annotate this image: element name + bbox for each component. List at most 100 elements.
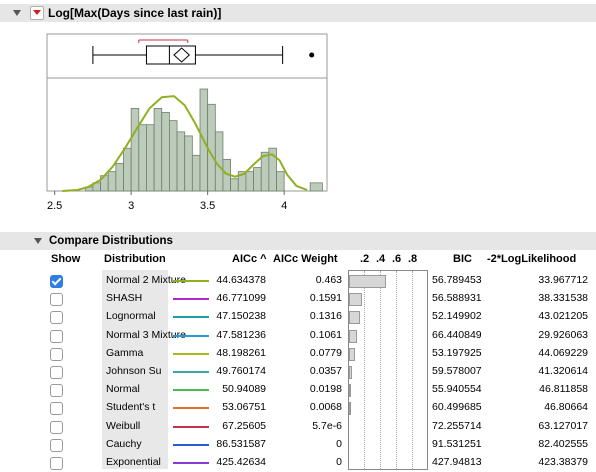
histogram-bar: [191, 154, 201, 192]
show-checkbox[interactable]: [50, 402, 63, 416]
histogram-bar: [130, 107, 140, 192]
header-aicc-label: AICc: [232, 253, 258, 265]
header-aicc[interactable]: AICc ^: [232, 253, 267, 265]
legend-swatch: [173, 298, 209, 301]
aicc-value: 425.42634: [216, 456, 266, 468]
histogram-bar: [253, 167, 262, 192]
show-checkbox[interactable]: [50, 384, 63, 398]
aicc-weight-bar: [349, 293, 362, 307]
loglik-value: 33.967712: [538, 274, 588, 286]
gridline: [412, 271, 413, 469]
aicc-weight-value: 0.1316: [309, 310, 342, 323]
distribution-name: SHASH: [106, 292, 143, 305]
show-checkbox[interactable]: [50, 311, 63, 325]
aicc-weight-value: 0.1591: [309, 292, 342, 305]
aicc-value: 67.25605: [222, 419, 266, 432]
sort-ascending-icon: ^: [260, 253, 267, 265]
show-checkbox[interactable]: [50, 366, 63, 379]
header-distribution[interactable]: Distribution: [104, 253, 166, 265]
aicc-value: 44.634378: [216, 274, 266, 286]
aicc-value: 49.760174: [216, 365, 266, 377]
distribution-name: Weibull: [106, 419, 141, 432]
loglik-value: 63.127017: [538, 419, 588, 432]
aicc-weight-bar: [349, 384, 351, 398]
disclosure-triangle-icon[interactable]: [13, 10, 21, 16]
aicc-weight-value: 5.7e-6: [312, 419, 342, 432]
histogram-bar: [138, 124, 147, 192]
legend-swatch: [173, 316, 209, 319]
loglik-value: 38.331538: [538, 292, 588, 305]
aicc-value: 46.771099: [216, 292, 266, 305]
show-checkbox[interactable]: [50, 438, 63, 452]
histogram-bar: [161, 112, 170, 192]
distribution-name: Cauchy: [106, 437, 142, 450]
show-checkbox[interactable]: [50, 293, 63, 307]
legend-swatch: [173, 443, 209, 446]
aicc-weight-value: 0: [336, 456, 342, 468]
loglik-value: 46.811858: [539, 383, 588, 396]
aicc-value: 86.531587: [216, 437, 266, 450]
aicc-weight-bar: [349, 311, 360, 325]
bic-value: 427.94813: [432, 456, 482, 468]
x-axis: 2.5 3 3.5 4: [47, 191, 287, 212]
bic-value: 55.940554: [432, 383, 482, 396]
report-header: Log[Max(Days since last rain)]: [0, 4, 596, 22]
show-checkbox[interactable]: [50, 347, 63, 361]
histogram-bar: [260, 151, 270, 192]
show-checkbox[interactable]: [50, 329, 63, 343]
header-loglik[interactable]: -2*LogLikelihood: [487, 253, 576, 265]
aicc-value: 50.94089: [222, 383, 266, 396]
header-aicc-weight[interactable]: AICc Weight: [273, 253, 338, 265]
show-checkbox[interactable]: [50, 420, 63, 434]
distribution-name: Exponential: [106, 456, 161, 468]
header-bic[interactable]: BIC: [453, 253, 472, 265]
x-tick-label: 3: [128, 200, 134, 212]
legend-swatch: [173, 334, 209, 337]
header-show[interactable]: Show: [51, 253, 80, 265]
header-scale-1: .2: [360, 253, 370, 265]
bic-value: 91.531251: [432, 437, 482, 450]
bic-value: 66.440849: [432, 328, 482, 341]
header-scale-2: .4: [376, 253, 386, 265]
legend-swatch: [173, 462, 209, 464]
histogram-bar: [107, 171, 117, 192]
legend-swatch: [173, 407, 209, 410]
bic-value: 52.149902: [432, 310, 482, 323]
loglik-value: 41.320614: [538, 365, 588, 377]
disclosure-triangle-icon[interactable]: [34, 238, 42, 244]
distribution-plot: 2.5 3 3.5 4: [46, 33, 328, 212]
aicc-weight-bar: [349, 402, 351, 416]
legend-swatch: [173, 425, 209, 428]
aicc-weight-value: 0.463: [315, 274, 342, 286]
aicc-value: 53.06751: [222, 401, 266, 414]
histogram-bar: [276, 171, 285, 192]
histogram-bar: [230, 178, 239, 192]
bic-value: 72.255714: [432, 419, 482, 432]
header-scale-3: .6: [392, 253, 402, 265]
loglik-value: 46.80664: [544, 401, 588, 414]
loglik-value: 82.402555: [538, 437, 588, 450]
loglik-value: 29.926063: [538, 328, 588, 341]
bic-value: 59.578007: [432, 365, 482, 377]
aicc-weight-value: 0.0068: [309, 401, 342, 414]
aicc-value: 47.150238: [216, 310, 266, 323]
aicc-value: 47.581236: [216, 328, 266, 341]
aicc-weight-bars: [348, 270, 428, 470]
legend-swatch: [173, 280, 209, 282]
gridline: [396, 271, 397, 469]
outlier-point: [309, 52, 315, 58]
show-checkbox[interactable]: [50, 457, 63, 470]
histogram-bar: [169, 120, 178, 192]
compare-title: Compare Distributions: [49, 235, 173, 247]
loglik-value: 44.069229: [538, 346, 588, 359]
red-triangle-menu-icon[interactable]: [30, 6, 44, 20]
aicc-value: 48.198261: [216, 346, 266, 359]
aicc-weight-value: 0.1061: [309, 328, 342, 341]
distribution-name: Normal: [106, 383, 140, 396]
aicc-weight-value: 0.0198: [309, 383, 342, 396]
aicc-weight-value: 0.0357: [309, 365, 342, 377]
histogram-bar: [176, 131, 186, 192]
x-tick-label: 4: [281, 200, 287, 212]
show-checkbox[interactable]: [50, 275, 63, 288]
distribution-name: Lognormal: [106, 310, 156, 323]
